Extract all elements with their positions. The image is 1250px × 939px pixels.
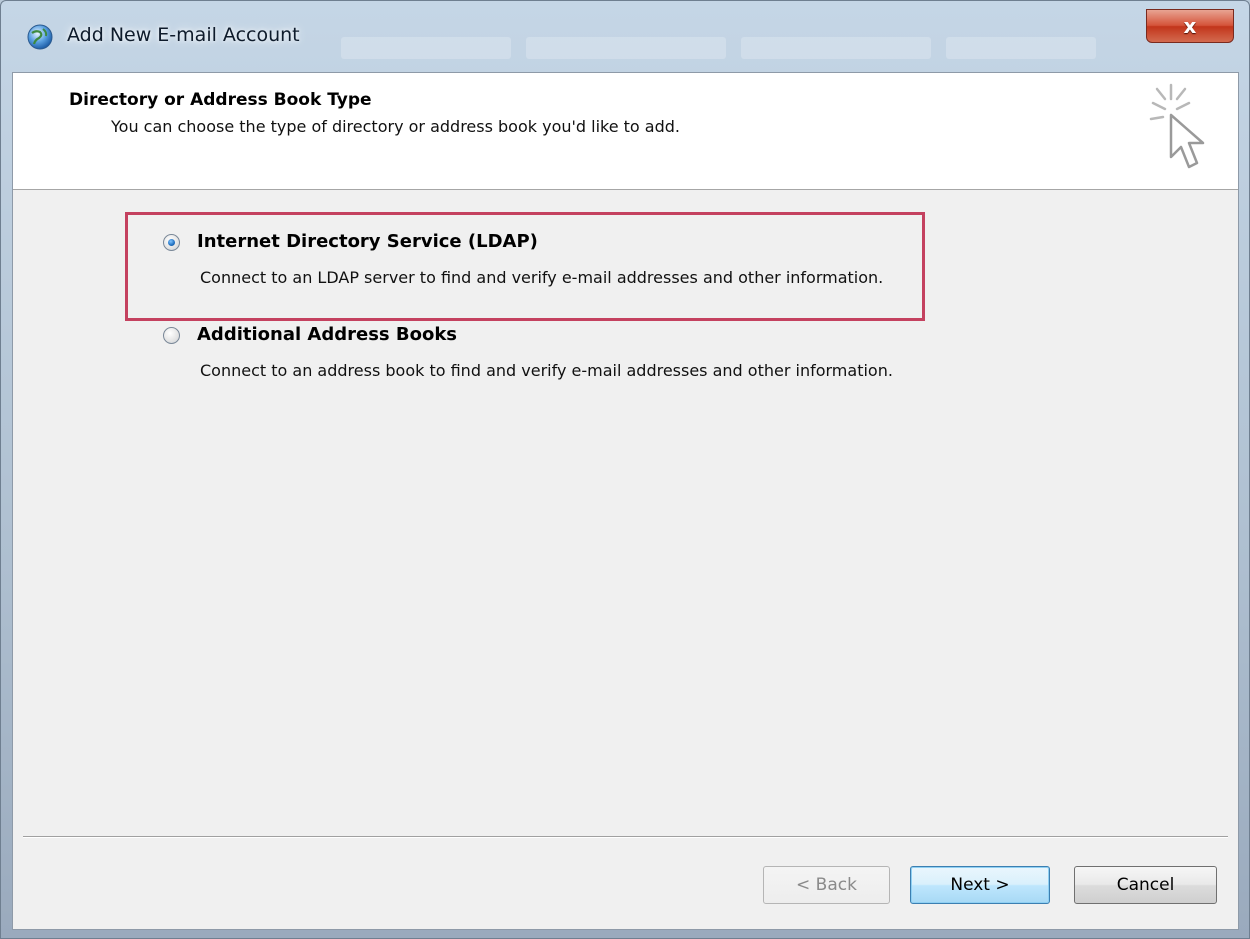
wizard-header: Directory or Address Book Type You can c…: [13, 73, 1238, 190]
close-icon: x: [1183, 14, 1197, 38]
background-tab-ghost: [946, 37, 1096, 59]
ldap-radio[interactable]: [163, 234, 180, 251]
background-tab-ghost: [526, 37, 726, 59]
cancel-button[interactable]: Cancel: [1074, 866, 1217, 904]
close-button[interactable]: x: [1146, 9, 1234, 43]
outlook-globe-icon: [27, 24, 53, 50]
background-tab-ghost: [741, 37, 931, 59]
back-button[interactable]: < Back: [763, 866, 890, 904]
wizard-cursor-icon: [1149, 83, 1205, 169]
ldap-label[interactable]: Internet Directory Service (LDAP): [197, 231, 538, 252]
dialog-body: Directory or Address Book Type You can c…: [12, 72, 1239, 930]
footer-separator: [23, 836, 1228, 838]
title-bar[interactable]: Add New E-mail Account x: [1, 1, 1249, 71]
header-title: Directory or Address Book Type: [69, 90, 372, 110]
header-subtitle: You can choose the type of directory or …: [111, 117, 681, 136]
next-button[interactable]: Next >: [910, 866, 1050, 904]
dialog-window: Add New E-mail Account x Directory or Ad…: [0, 0, 1250, 939]
radio-selected-dot: [168, 239, 175, 246]
window-title: Add New E-mail Account: [67, 24, 300, 46]
background-tab-ghost: [341, 37, 511, 59]
additional-address-books-description: Connect to an address book to find and v…: [200, 361, 893, 380]
additional-address-books-radio[interactable]: [163, 327, 180, 344]
additional-address-books-label[interactable]: Additional Address Books: [197, 324, 457, 345]
ldap-description: Connect to an LDAP server to find and ve…: [200, 268, 884, 287]
